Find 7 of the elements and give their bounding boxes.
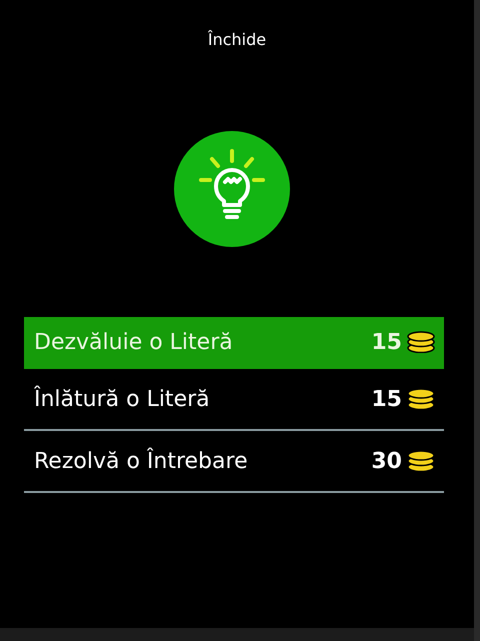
hint-option[interactable]: Rezolvă o Întrebare 30 xyxy=(24,431,444,493)
lightbulb-icon xyxy=(174,131,290,247)
coins-icon xyxy=(406,388,436,410)
hint-option[interactable]: Înlătură o Literă 15 xyxy=(24,369,444,431)
close-button[interactable]: Închide xyxy=(204,28,270,51)
coins-icon xyxy=(406,450,436,472)
coins-icon xyxy=(406,331,436,353)
